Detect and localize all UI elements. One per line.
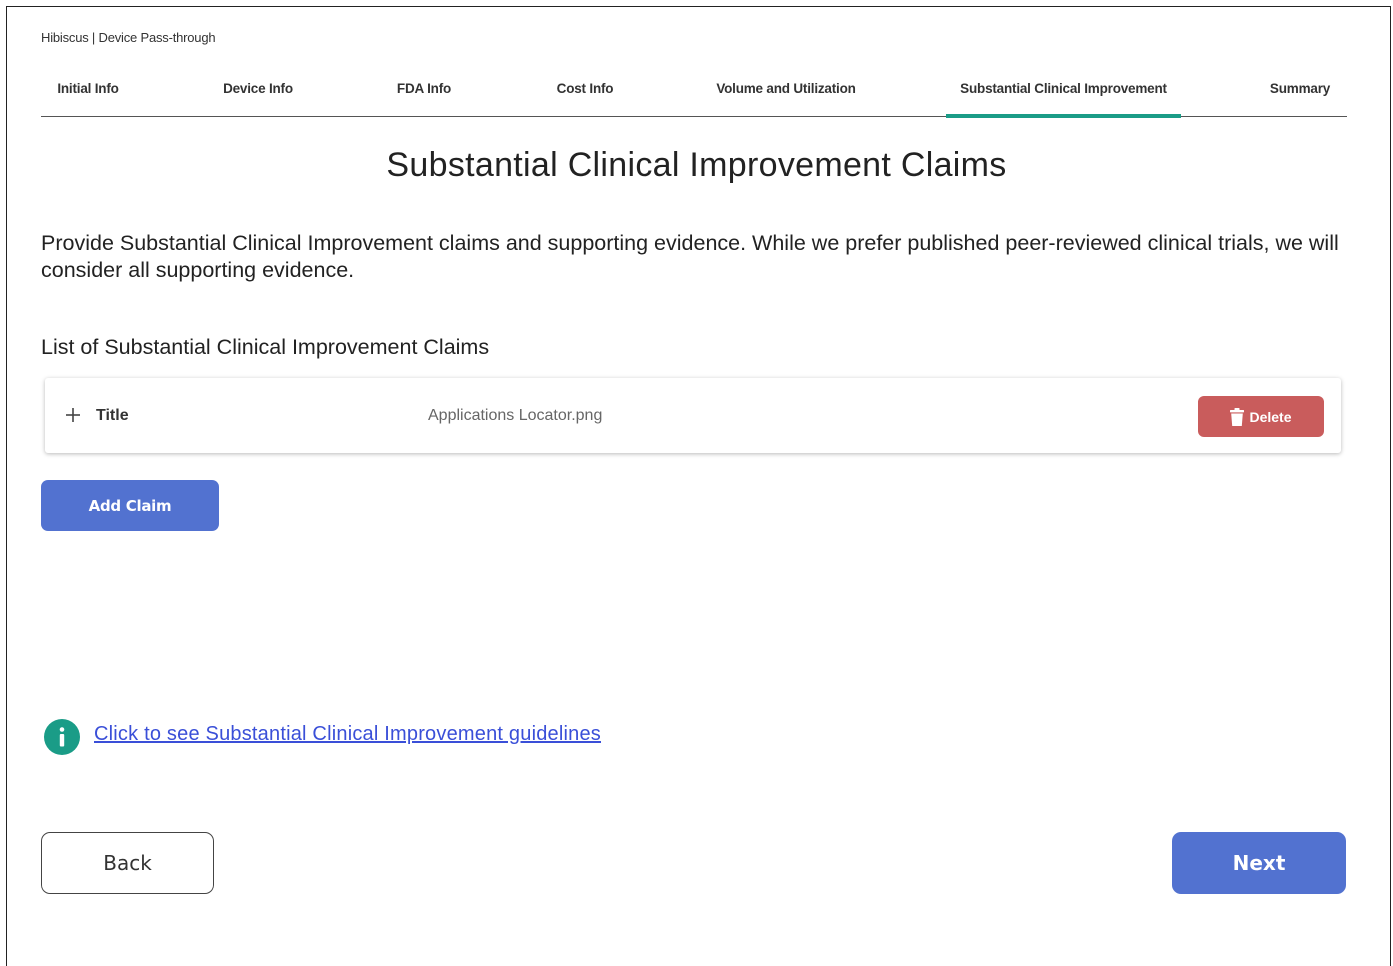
intro-text: Provide Substantial Clinical Improvement… (41, 231, 1339, 282)
delete-label: Delete (1249, 408, 1292, 425)
claim-title[interactable]: Title (96, 407, 129, 425)
tab-summary[interactable]: Summary (1257, 76, 1343, 116)
tab-volume-utilization[interactable]: Volume and Utilization (701, 76, 871, 116)
back-button[interactable]: Back (41, 832, 214, 894)
info-icon (44, 719, 80, 755)
tab-device-info[interactable]: Device Info (205, 76, 311, 116)
tab-bar: Initial Info Device Info FDA Info Cost I… (41, 76, 1347, 118)
claim-file-name: Applications Locator.png (428, 407, 603, 424)
trash-icon (1230, 407, 1245, 426)
delete-claim-button[interactable]: Delete (1198, 396, 1324, 437)
page-title: Substantial Clinical Improvement Claims (386, 146, 1007, 184)
breadcrumb: Hibiscus | Device Pass-through (41, 30, 216, 45)
claims-list-heading: List of Substantial Clinical Improvement… (41, 335, 490, 359)
tab-cost-info[interactable]: Cost Info (537, 76, 633, 116)
guidelines-link[interactable]: Click to see Substantial Clinical Improv… (94, 723, 601, 746)
add-claim-button[interactable]: Add Claim (41, 480, 219, 531)
tab-fda-info[interactable]: FDA Info (381, 76, 467, 116)
claim-row: Title Applications Locator.png Delete (45, 378, 1341, 453)
next-button[interactable]: Next (1172, 832, 1346, 894)
plus-icon[interactable] (65, 404, 81, 423)
tab-substantial-clinical-improvement[interactable]: Substantial Clinical Improvement (946, 76, 1181, 118)
tab-initial-info[interactable]: Initial Info (41, 76, 135, 116)
